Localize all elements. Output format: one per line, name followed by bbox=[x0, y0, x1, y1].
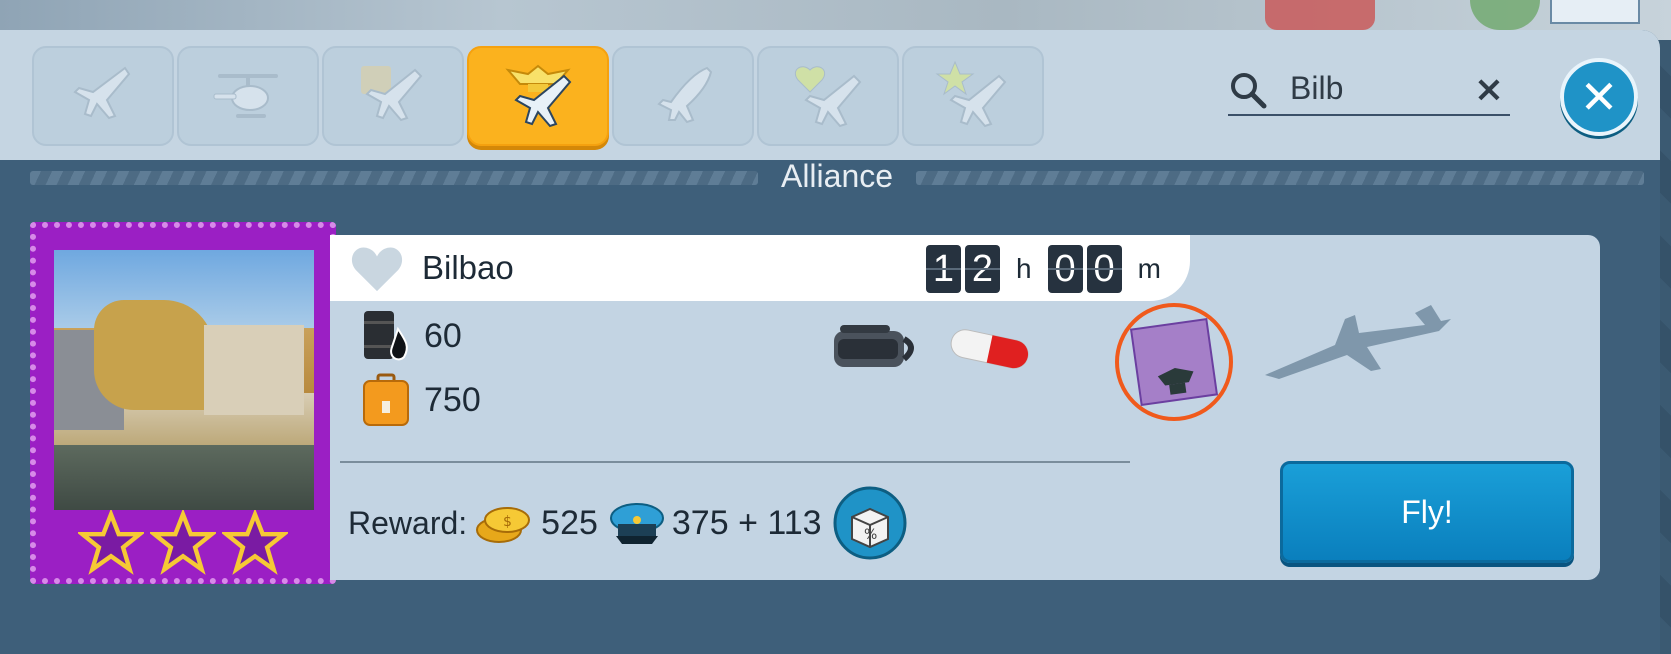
close-button[interactable]: ✕ bbox=[1560, 58, 1638, 136]
cargo-value: 750 bbox=[424, 380, 481, 419]
mission-card-header: Bilbao 1 2 h 0 0 m bbox=[330, 235, 1190, 301]
map-building-red bbox=[1265, 0, 1375, 30]
tab-helicopter[interactable] bbox=[177, 46, 319, 146]
search-input[interactable]: Bilb bbox=[1290, 70, 1343, 107]
fuel-requirement: 60 bbox=[360, 307, 462, 365]
search-icon bbox=[1231, 73, 1267, 109]
pilot-cap-icon bbox=[609, 503, 664, 544]
filter-tab-bar: Bilb × ✕ bbox=[0, 30, 1660, 160]
tab-map-plane[interactable] bbox=[322, 46, 464, 146]
reward-label: Reward: bbox=[348, 504, 468, 541]
timer-digit: 1 bbox=[926, 245, 961, 293]
tab-favorite-plane[interactable] bbox=[757, 46, 899, 146]
alliance-boost-icon bbox=[1129, 317, 1219, 407]
alliance-plane-icon bbox=[505, 64, 572, 128]
fuel-value: 60 bbox=[424, 316, 462, 355]
star-icon bbox=[150, 510, 216, 575]
rocket-plane-icon bbox=[657, 66, 713, 124]
star-icon bbox=[222, 510, 288, 575]
alliance-section-header: Alliance bbox=[30, 158, 1644, 198]
timer-digit: 0 bbox=[1086, 245, 1122, 293]
mission-card: Bilbao 1 2 h 0 0 m 60 750 Reward: $ 525 … bbox=[330, 235, 1600, 580]
star-icon bbox=[78, 510, 144, 575]
timer-hours-unit: h bbox=[1016, 253, 1032, 284]
destination-stamp bbox=[30, 222, 336, 584]
svg-text:%: % bbox=[864, 527, 877, 543]
boost-item[interactable] bbox=[1115, 303, 1233, 421]
reward-row: Reward: $ 525 375 + 113 % bbox=[348, 485, 908, 561]
pill-icon bbox=[950, 329, 1029, 369]
tab-star-plane[interactable] bbox=[902, 46, 1044, 146]
star-rating bbox=[78, 510, 288, 576]
map-plane-icon bbox=[361, 66, 423, 122]
helicopter-icon bbox=[213, 74, 278, 118]
vr-headset-icon bbox=[834, 325, 914, 367]
svg-text:$: $ bbox=[503, 514, 512, 530]
tab-all-planes[interactable] bbox=[32, 46, 174, 146]
star-plane-icon bbox=[935, 60, 1007, 128]
tab-rocket-plane[interactable] bbox=[612, 46, 754, 146]
bonus-box-icon[interactable]: % bbox=[832, 485, 908, 561]
fly-button[interactable]: Fly! bbox=[1280, 461, 1574, 563]
reward-xp-value: 375 + 113 bbox=[671, 503, 822, 542]
reward-coins-value: 525 bbox=[541, 503, 598, 542]
timer-minutes-unit: m bbox=[1137, 253, 1161, 284]
clear-search-icon[interactable]: × bbox=[1474, 70, 1504, 110]
heart-icon[interactable] bbox=[348, 243, 406, 295]
plane-silhouette-icon bbox=[1265, 305, 1451, 379]
timer-digit: 0 bbox=[1047, 245, 1083, 293]
coins-icon: $ bbox=[476, 507, 531, 543]
destination-photo bbox=[54, 250, 314, 510]
flight-timer: 1 2 h 0 0 m bbox=[926, 245, 1173, 293]
map-building bbox=[1550, 0, 1640, 24]
search-field[interactable]: Bilb × bbox=[1228, 66, 1510, 116]
oil-barrel-icon bbox=[364, 311, 408, 361]
favorite-plane-icon bbox=[794, 66, 862, 128]
tab-alliance[interactable] bbox=[467, 46, 609, 146]
cargo-requirement: 750 bbox=[360, 371, 481, 429]
plane-icon bbox=[73, 66, 131, 120]
card-divider bbox=[340, 461, 1130, 463]
suitcase-icon bbox=[363, 373, 409, 426]
timer-digit: 2 bbox=[965, 245, 1000, 293]
section-title: Alliance bbox=[780, 158, 894, 194]
destination-name: Bilbao bbox=[422, 249, 514, 286]
